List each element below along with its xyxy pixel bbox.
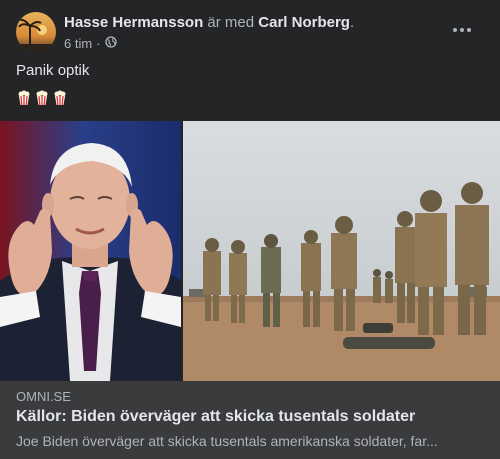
author-line: Hasse Hermansson är med Carl Norberg. — [64, 14, 354, 31]
author-avatar[interactable] — [16, 12, 56, 52]
popcorn-icon — [16, 90, 32, 111]
soldiers-photo[interactable] — [183, 121, 500, 381]
link-card[interactable]: OMNI.SE Källor: Biden överväger att skic… — [0, 381, 500, 459]
tagged-name[interactable]: Carl Norberg — [258, 14, 350, 31]
author-name[interactable]: Hasse Hermansson — [64, 14, 203, 31]
more-options-icon[interactable] — [448, 16, 476, 44]
link-domain: OMNI.SE — [16, 389, 71, 404]
with-text: är med — [207, 14, 255, 31]
politician-photo[interactable] — [0, 121, 181, 381]
popcorn-icon — [52, 90, 68, 111]
post-text: Panik optik — [16, 62, 90, 79]
post-time[interactable]: 6 tim — [64, 36, 92, 51]
link-description: Joe Biden överväger att skicka tusentals… — [16, 433, 438, 449]
link-title[interactable]: Källor: Biden överväger att skicka tusen… — [16, 408, 415, 426]
post-header: Hasse Hermansson är med Carl Norberg. 6 … — [16, 12, 484, 56]
tagged-suffix: . — [349, 14, 355, 31]
popcorn-icon — [34, 90, 50, 111]
meta-separator: · — [96, 36, 101, 51]
emoji-row — [16, 90, 68, 111]
link-preview-media[interactable] — [0, 121, 500, 381]
globe-icon[interactable] — [104, 36, 117, 51]
post-meta: 6 tim · — [64, 36, 117, 51]
